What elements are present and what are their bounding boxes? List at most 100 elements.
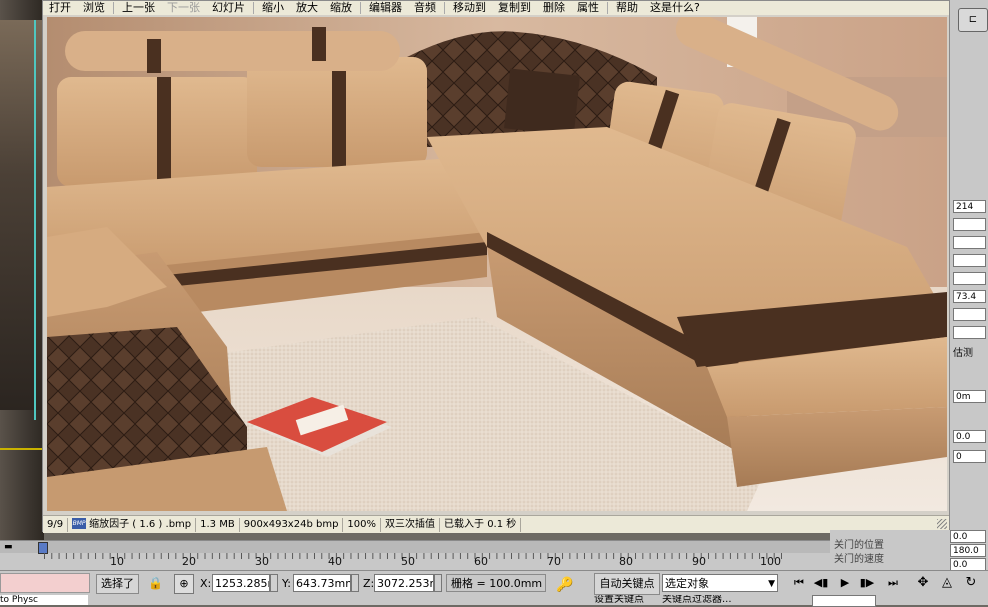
selection-lock-icon[interactable]: 🔒: [148, 575, 163, 591]
status-bar: to Physc 选择了 🔒 ⊕ X: 1253.285m Y: 643.73m…: [0, 570, 988, 607]
load-time: 已载入于 0.1 秒: [440, 517, 522, 532]
menu-separator: [253, 2, 254, 14]
field-of-view-icon[interactable]: ◬: [938, 575, 956, 591]
param-dropdown[interactable]: 0: [953, 450, 986, 463]
filename-cell: BMP 缩放因子 ( 1.6 ) .bmp: [68, 517, 197, 532]
menu-copy-to[interactable]: 复制到: [492, 1, 537, 15]
menu-editor[interactable]: 编辑器: [363, 1, 408, 15]
prev-frame-icon[interactable]: ◀▮: [812, 575, 830, 591]
menu-help[interactable]: 帮助: [610, 1, 644, 15]
param-spinner-10[interactable]: 0.0: [953, 430, 986, 443]
bmp-file-icon: BMP: [72, 518, 87, 529]
timeline-trackbar: ▬ 10 20 30 40 50 60 70 80 90 100: [0, 540, 830, 571]
estimate-label: 估测: [953, 348, 973, 359]
menu-whats-this[interactable]: 这是什么?: [644, 1, 706, 15]
param-spinner-9[interactable]: 0m: [953, 390, 986, 403]
frame-tick: 80: [619, 555, 633, 568]
x-coordinate-field[interactable]: 1253.285m: [212, 574, 270, 592]
param-value-2[interactable]: 180.0: [950, 544, 986, 557]
menu-separator: [113, 2, 114, 14]
param-spinner-1[interactable]: 214: [953, 200, 986, 213]
param-spinner-4[interactable]: [953, 254, 986, 267]
frame-tick: 100: [760, 555, 781, 568]
image-index: 9/9: [43, 517, 69, 532]
param-spinner-7[interactable]: [953, 308, 986, 321]
filename: 缩放因子 ( 1.6 ) .bmp: [89, 518, 192, 530]
menu-zoom[interactable]: 缩放: [324, 1, 358, 15]
frame-tick: 60: [474, 555, 488, 568]
time-slider[interactable]: ▬: [0, 541, 830, 554]
menu-move-to[interactable]: 移动到: [447, 1, 492, 15]
param-spinner-2[interactable]: [953, 218, 986, 231]
rendered-sofa-image[interactable]: [47, 17, 947, 511]
y-coordinate-field[interactable]: 643.73mm: [293, 574, 351, 592]
menu-next[interactable]: 下一张: [161, 1, 206, 15]
x-spinner[interactable]: [270, 574, 278, 592]
play-icon[interactable]: ▶: [836, 575, 854, 591]
param-spinner-3[interactable]: [953, 236, 986, 249]
command-panel: ⊏ 214 73.4 估测 0m 0.0 0: [949, 0, 988, 540]
image-viewer-window: 打开 浏览 上一张 下一张 幻灯片 缩小 放大 缩放 编辑器 音频 移动到 复制…: [42, 0, 950, 533]
param-value-1[interactable]: 0.0: [950, 530, 986, 543]
menu-separator: [607, 2, 608, 14]
selection-set-dropdown[interactable]: 选定对象 ▼: [662, 574, 778, 592]
viewport-scene-fragment: [0, 20, 44, 410]
selection-status: 选择了: [96, 574, 139, 594]
frame-tick: 70: [547, 555, 561, 568]
param-rollout-bottom: 关门的位置 关门的速度 0.0 180.0 0.0: [830, 530, 988, 571]
dropdown-value: 选定对象: [665, 577, 709, 590]
image-dimensions: 900x493x24b bmp: [240, 517, 344, 532]
param-label-2: 关门的速度: [834, 554, 884, 565]
z-spinner[interactable]: [434, 574, 442, 592]
y-spinner[interactable]: [351, 574, 359, 592]
z-label: Z:: [363, 577, 375, 590]
set-key-icon[interactable]: 🔑: [556, 577, 573, 593]
param-spinner-6[interactable]: 73.4: [953, 290, 986, 303]
go-to-end-icon[interactable]: ⏭: [884, 575, 902, 591]
current-frame-field[interactable]: [812, 595, 876, 607]
viewer-menubar: 打开 浏览 上一张 下一张 幻灯片 缩小 放大 缩放 编辑器 音频 移动到 复制…: [43, 1, 949, 15]
menu-zoom-in[interactable]: 放大: [290, 1, 324, 15]
orbit-icon[interactable]: ↻: [962, 575, 980, 591]
panel-top-control[interactable]: ⊏: [958, 8, 988, 32]
frame-tick: 20: [182, 555, 196, 568]
timeline-toggle-icon[interactable]: ▬: [4, 543, 18, 552]
frame-tick: 10: [110, 555, 124, 568]
menu-delete[interactable]: 删除: [537, 1, 571, 15]
menu-separator: [360, 2, 361, 14]
param-label-1: 关门的位置: [834, 540, 884, 551]
viewport-grid-line: [0, 448, 44, 450]
next-frame-icon[interactable]: ▮▶: [858, 575, 876, 591]
resize-grip-icon[interactable]: [937, 519, 947, 529]
maxscript-listener-mini[interactable]: [0, 573, 90, 593]
file-size: 1.3 MB: [196, 517, 240, 532]
menu-open[interactable]: 打开: [43, 1, 77, 15]
grid-size: 栅格 = 100.0mm: [446, 574, 546, 592]
frame-tick: 50: [401, 555, 415, 568]
frame-tick: 40: [328, 555, 342, 568]
menu-prev[interactable]: 上一张: [116, 1, 161, 15]
zoom-level: 100%: [343, 517, 382, 532]
menu-separator: [444, 2, 445, 14]
chevron-down-icon: ▼: [768, 579, 775, 589]
absolute-mode-toggle-icon[interactable]: ⊕: [174, 574, 194, 594]
frame-tick: 90: [692, 555, 706, 568]
go-to-start-icon[interactable]: ⏮: [790, 575, 808, 591]
x-label: X:: [200, 577, 212, 590]
z-coordinate-field[interactable]: 3072.253m: [374, 574, 434, 592]
menu-zoom-out[interactable]: 缩小: [256, 1, 290, 15]
frame-tick: 30: [255, 555, 269, 568]
menu-slideshow[interactable]: 幻灯片: [206, 1, 251, 15]
param-spinner-8[interactable]: [953, 326, 986, 339]
param-spinner-5[interactable]: [953, 272, 986, 285]
viewport-frame-line: [34, 20, 36, 420]
menu-audio[interactable]: 音频: [408, 1, 442, 15]
menu-properties[interactable]: 属性: [571, 1, 605, 15]
auto-key-button[interactable]: 自动关键点: [594, 573, 660, 595]
viewport-left-sliver: [0, 0, 44, 540]
zoom-tool-icon[interactable]: ✥: [914, 575, 932, 591]
menu-browse[interactable]: 浏览: [77, 1, 111, 15]
interpolation-mode: 双三次插值: [381, 517, 441, 532]
y-label: Y:: [282, 577, 291, 590]
sofa-render-illustration: [47, 17, 947, 511]
